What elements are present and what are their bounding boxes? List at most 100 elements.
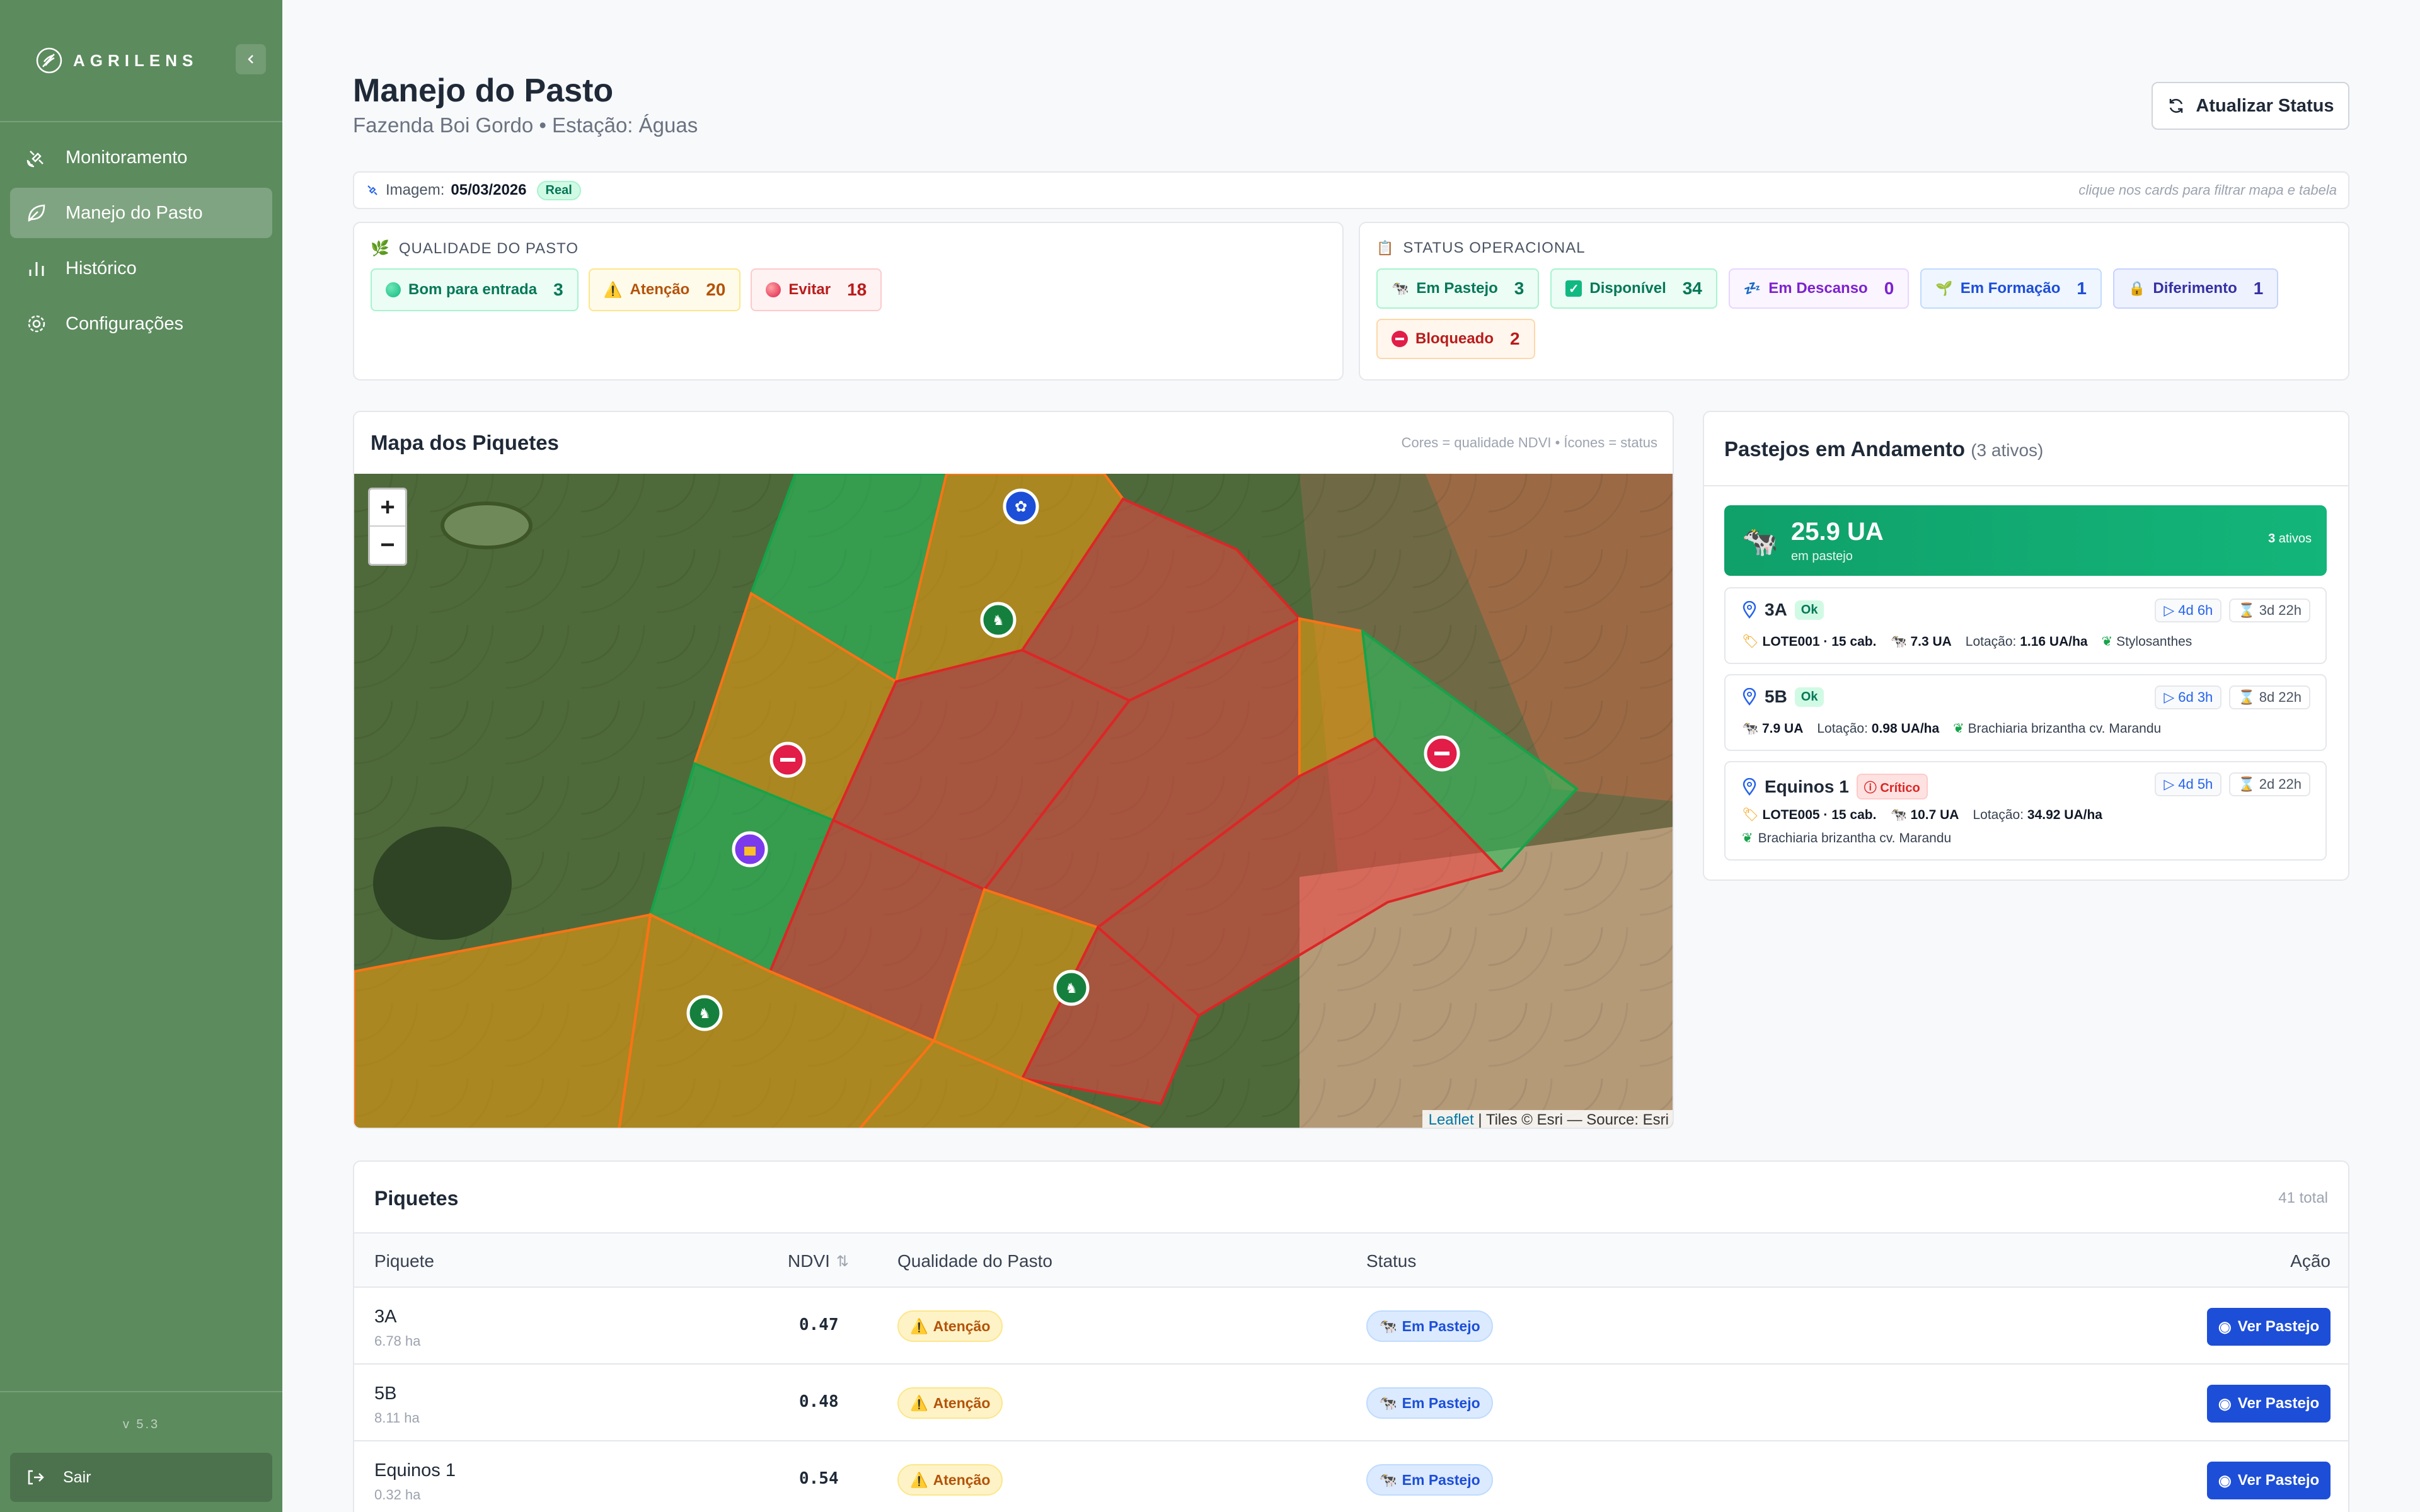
remaining-time: 8d 22h (2259, 689, 2302, 705)
app-logo[interactable]: AGRILENS (35, 45, 198, 76)
elapsed-time: 4d 5h (2178, 776, 2213, 792)
forage-name: Brachiaria brizantha cv. Marandu (1968, 721, 2162, 736)
remaining-time-badge: ⌛ 8d 22h (2229, 685, 2310, 709)
status-text: Em Pastejo (1402, 1471, 1480, 1488)
status-chip-forming[interactable]: 🌱 Em Formação 1 (1920, 268, 2102, 309)
ua-info: 🐄 7.3 UA (1890, 634, 1951, 650)
map-title: Mapa dos Piquetes (371, 431, 559, 454)
map-marker-deferment[interactable] (732, 831, 768, 868)
column-header-ndvi[interactable]: NDVI ⇅ (788, 1251, 849, 1271)
cow-icon: ♞ (698, 1005, 711, 1021)
map-marker-grazing[interactable]: ♞ (980, 602, 1017, 638)
paddock-ndvi: 0.48 (799, 1392, 839, 1411)
view-grazing-button[interactable]: ◉ Ver Pastejo (2207, 1308, 2331, 1346)
stocking-label: Lotação: (1817, 721, 1868, 736)
zoom-in-button[interactable]: + (370, 490, 405, 527)
chip-count: 1 (2077, 278, 2087, 298)
grazing-paddock-name: 3A (1765, 600, 1787, 619)
operational-status-title: Status Operacional (1403, 239, 1586, 256)
column-header-quality: Qualidade do Pasto (897, 1251, 1052, 1271)
quality-text: Atenção (933, 1394, 991, 1411)
lock-icon: 🔒 (2128, 280, 2146, 296)
sidebar-item-monitoramento[interactable]: Monitoramento (10, 132, 272, 183)
tag-icon: 🏷 (1742, 808, 1759, 822)
leaf-icon: ❦ (1953, 721, 1964, 736)
table-row[interactable]: 5B 8.11 ha 0.48 ⚠️ Atenção 🐄 Em Pastejo ◉ V… (354, 1365, 2348, 1441)
pasture-quality-title: Qualidade do Pasto (398, 239, 579, 257)
paddocks-table-title: Piquetes (374, 1187, 459, 1210)
chip-label: Em Formação (1960, 280, 2061, 297)
chip-count: 20 (706, 280, 726, 299)
status-chip-available[interactable]: ✓ Disponível 34 (1550, 268, 1717, 309)
collapse-sidebar-button[interactable] (236, 44, 266, 74)
map-pin-icon (1743, 601, 1756, 619)
cow-icon: ♞ (992, 612, 1005, 628)
quality-chip-attention[interactable]: ⚠️ Atenção 20 (588, 268, 741, 311)
page-subtitle: Fazenda Boi Gordo • Estação: Águas (353, 113, 698, 137)
status-badge: 🐄 Em Pastejo (1366, 1464, 1493, 1496)
grazing-item[interactable]: Equinos 1 ⓘ Crítico ▷ 4d 5h ⌛ 2d 22h 🏷 LOT… (1724, 761, 2327, 861)
quality-chip-avoid[interactable]: Evitar 18 (751, 268, 882, 311)
quality-badge: ⚠️ Atenção (897, 1310, 1003, 1342)
cow-icon: 🐄 (1890, 634, 1907, 649)
grazing-item[interactable]: 3A Ok ▷ 4d 6h ⌛ 3d 22h 🏷 LOTE001 · 15 cab.… (1724, 587, 2327, 664)
zoom-out-button[interactable]: − (370, 527, 405, 564)
table-row[interactable]: Equinos 1 0.32 ha 0.54 ⚠️ Atenção 🐄 Em Pas… (354, 1441, 2348, 1512)
quality-chip-good[interactable]: Bom para entrada 3 (371, 268, 579, 311)
leaflet-link[interactable]: Leaflet (1429, 1111, 1474, 1128)
paddock-area: 8.11 ha (374, 1410, 420, 1426)
status-badge: 🐄 Em Pastejo (1366, 1387, 1493, 1419)
map-zoom-control: + − (368, 488, 407, 566)
green-dot-icon (386, 282, 401, 297)
page-title: Manejo do Pasto (353, 72, 614, 109)
app-version: v 5.3 (122, 1418, 160, 1431)
grazing-item[interactable]: 5B Ok ▷ 6d 3h ⌛ 8d 22h 🐄 7.9 UA Lotação: 0… (1724, 674, 2327, 751)
sidebar-item-historico[interactable]: Histórico (10, 243, 272, 294)
paddock-map[interactable]: ✿ ♞ ♞ ♞ + − Leaflet | Tiles © Esri — Sou… (354, 474, 1674, 1129)
sidebar: AGRILENS Monitoramento Manejo do Pasto H… (0, 0, 282, 1512)
map-marker-forming[interactable]: ✿ (1003, 488, 1039, 525)
status-chip-grazing[interactable]: 🐄 Em Pastejo 3 (1376, 268, 1540, 309)
seedling-icon: ✿ (1015, 498, 1027, 515)
pasture-quality-header: 🌿 Qualidade do Pasto (371, 239, 579, 258)
ua-info: 🐄 10.7 UA (1890, 808, 1959, 823)
map-marker-grazing[interactable]: ♞ (1053, 970, 1090, 1006)
map-marker-blocked[interactable] (1424, 735, 1460, 772)
summary-active: 3 ativos (2268, 532, 2312, 546)
column-header-piquete[interactable]: Piquete (374, 1251, 434, 1271)
pasture-quality-card: 🌿 Qualidade do Pasto Bom para entrada 3 … (353, 222, 1344, 381)
sidebar-item-manejo-do-pasto[interactable]: Manejo do Pasto (10, 188, 272, 238)
logout-button[interactable]: Sair (10, 1453, 272, 1502)
red-dot-icon (766, 282, 781, 297)
seedling-icon: 🌱 (1935, 280, 1953, 296)
view-grazing-button[interactable]: ◉ Ver Pastejo (2207, 1462, 2331, 1499)
bar-chart-icon (29, 262, 44, 276)
refresh-status-button[interactable]: Atualizar Status (2152, 82, 2349, 130)
elapsed-time: 6d 3h (2178, 689, 2213, 705)
map-marker-grazing[interactable]: ♞ (686, 995, 723, 1031)
view-grazing-label: Ver Pastejo (2237, 1318, 2320, 1335)
stocking-info: Lotação: 34.92 UA/ha (1973, 808, 2102, 823)
sidebar-item-label: Configurações (66, 313, 183, 334)
view-grazing-button[interactable]: ◉ Ver Pastejo (2207, 1385, 2331, 1423)
status-chip-deferment[interactable]: 🔒 Diferimento 1 (2112, 268, 2279, 309)
view-grazing-label: Ver Pastejo (2237, 1395, 2320, 1412)
lot-info: 🏷 LOTE001 · 15 cab. (1742, 634, 1876, 650)
cow-icon: 🐄 (1890, 808, 1907, 822)
status-chip-resting[interactable]: 💤 Em Descanso 0 (1728, 268, 1910, 309)
chip-label: Disponível (1589, 280, 1666, 297)
table-row[interactable]: 3A 6.78 ha 0.47 ⚠️ Atenção 🐄 Em Pastejo ◉ V… (354, 1288, 2348, 1365)
ua-value: 7.9 UA (1762, 721, 1804, 736)
sidebar-item-label: Monitoramento (66, 147, 188, 168)
card-divider (1704, 485, 2348, 486)
paddocks-table-card: Piquetes 41 total Piquete NDVI ⇅ Qualida… (353, 1160, 2349, 1512)
sidebar-item-configuracoes[interactable]: Configurações (10, 299, 272, 349)
map-marker-blocked[interactable] (769, 742, 806, 778)
status-chip-blocked[interactable]: Bloqueado 2 (1376, 319, 1535, 359)
no-entry-icon (780, 758, 795, 762)
filter-hint: clique nos cards para filtrar mapa e tab… (2078, 182, 2337, 198)
ua-info: 🐄 7.9 UA (1742, 721, 1803, 736)
satellite-map[interactable]: ✿ ♞ ♞ ♞ (354, 474, 1674, 1129)
stocking-info: Lotação: 1.16 UA/ha (1966, 634, 2088, 650)
cow-icon: 🐄 (1379, 1394, 1397, 1411)
